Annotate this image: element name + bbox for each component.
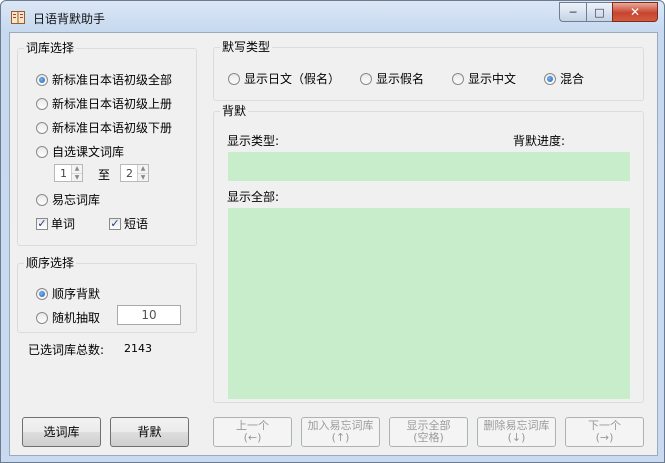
radio-icon[interactable]	[36, 311, 48, 324]
show-all-button[interactable]: 显示全部 (空格)	[389, 417, 468, 447]
library-group-title: 词库选择	[24, 40, 77, 56]
range-to-stepper[interactable]: 2 ▲ ▼	[120, 164, 149, 182]
remove-forgotten-button[interactable]: 删除易忘词库 (↓)	[477, 417, 556, 447]
dictation-option-mixed[interactable]: 混合	[544, 70, 584, 87]
minimize-button[interactable]: ─	[559, 2, 586, 22]
radio-icon[interactable]	[36, 145, 48, 158]
order-group-title: 顺序选择	[24, 255, 77, 271]
minimize-icon: ─	[569, 5, 577, 19]
radio-icon[interactable]	[36, 193, 48, 206]
maximize-button[interactable]: □	[586, 2, 612, 22]
radio-icon[interactable]	[36, 287, 48, 300]
library-option-all[interactable]: 新标准日本语初级全部	[36, 71, 172, 88]
library-option-custom[interactable]: 自选课文词库	[36, 143, 124, 160]
checkmark-icon[interactable]: ✓	[109, 217, 121, 230]
progress-label: 背默进度:	[513, 134, 566, 148]
order-sequential[interactable]: 顺序背默	[36, 285, 100, 302]
prev-button[interactable]: 上一个 (←)	[213, 417, 292, 447]
book-icon	[11, 11, 25, 24]
app-window: 日语背默助手 ─ □ ✕ 词库选择 新标准日本语初级全部 新标准日本语初级上册	[0, 0, 665, 463]
order-random[interactable]: 随机抽取	[36, 309, 100, 326]
spin-up-icon[interactable]: ▲	[72, 165, 82, 173]
random-count-input[interactable]: 10	[117, 305, 181, 325]
spin-down-icon[interactable]: ▼	[138, 173, 148, 181]
display-all-area	[228, 208, 630, 399]
total-value: 2143	[124, 342, 152, 355]
dictation-option-kana[interactable]: 显示假名	[360, 70, 424, 87]
next-button[interactable]: 下一个 (→)	[565, 417, 644, 447]
radio-icon[interactable]	[452, 72, 464, 85]
display-all-label: 显示全部:	[227, 190, 280, 204]
choose-library-button[interactable]: 选词库	[22, 417, 101, 447]
client-area: 词库选择 新标准日本语初级全部 新标准日本语初级上册 新标准日本语初级下册 自选…	[9, 32, 658, 456]
library-option-forgotten[interactable]: 易忘词库	[36, 191, 100, 208]
recite-group: 背默 显示类型: 背默进度: 显示全部:	[213, 103, 644, 403]
library-group: 词库选择 新标准日本语初级全部 新标准日本语初级上册 新标准日本语初级下册 自选…	[17, 40, 197, 246]
radio-icon[interactable]	[544, 72, 556, 85]
words-checkbox[interactable]: ✓ 单词	[36, 215, 75, 232]
close-icon: ✕	[629, 5, 641, 19]
radio-icon[interactable]	[36, 97, 48, 110]
dictation-option-japanese[interactable]: 显示日文（假名）	[228, 70, 340, 87]
radio-icon[interactable]	[36, 73, 48, 86]
dictation-group-title: 默写类型	[220, 39, 273, 55]
dictation-option-chinese[interactable]: 显示中文	[452, 70, 516, 87]
display-type-area	[228, 152, 630, 181]
close-button[interactable]: ✕	[612, 2, 658, 22]
spin-down-icon[interactable]: ▼	[72, 173, 82, 181]
radio-icon[interactable]	[360, 72, 372, 85]
checkmark-icon[interactable]: ✓	[36, 217, 48, 230]
spin-up-icon[interactable]: ▲	[138, 165, 148, 173]
phrases-checkbox[interactable]: ✓ 短语	[109, 215, 148, 232]
total-label: 已选词库总数:	[28, 343, 105, 357]
radio-icon[interactable]	[36, 121, 48, 134]
radio-icon[interactable]	[228, 72, 240, 85]
recite-group-title: 背默	[220, 103, 249, 119]
window-title: 日语背默助手	[33, 12, 106, 26]
dictation-group: 默写类型 显示日文（假名） 显示假名 显示中文 混合	[213, 39, 644, 101]
display-type-label: 显示类型:	[227, 134, 280, 148]
order-group: 顺序选择 顺序背默 随机抽取 10	[17, 255, 197, 333]
range-separator: 至	[98, 168, 111, 182]
maximize-icon: □	[594, 5, 605, 19]
add-forgotten-button[interactable]: 加入易忘词库 (↑)	[301, 417, 380, 447]
title-bar[interactable]: 日语背默助手 ─ □ ✕	[1, 1, 664, 33]
library-option-vol2[interactable]: 新标准日本语初级下册	[36, 119, 172, 136]
recite-button[interactable]: 背默	[110, 417, 189, 447]
range-from-stepper[interactable]: 1 ▲ ▼	[54, 164, 83, 182]
library-option-vol1[interactable]: 新标准日本语初级上册	[36, 95, 172, 112]
